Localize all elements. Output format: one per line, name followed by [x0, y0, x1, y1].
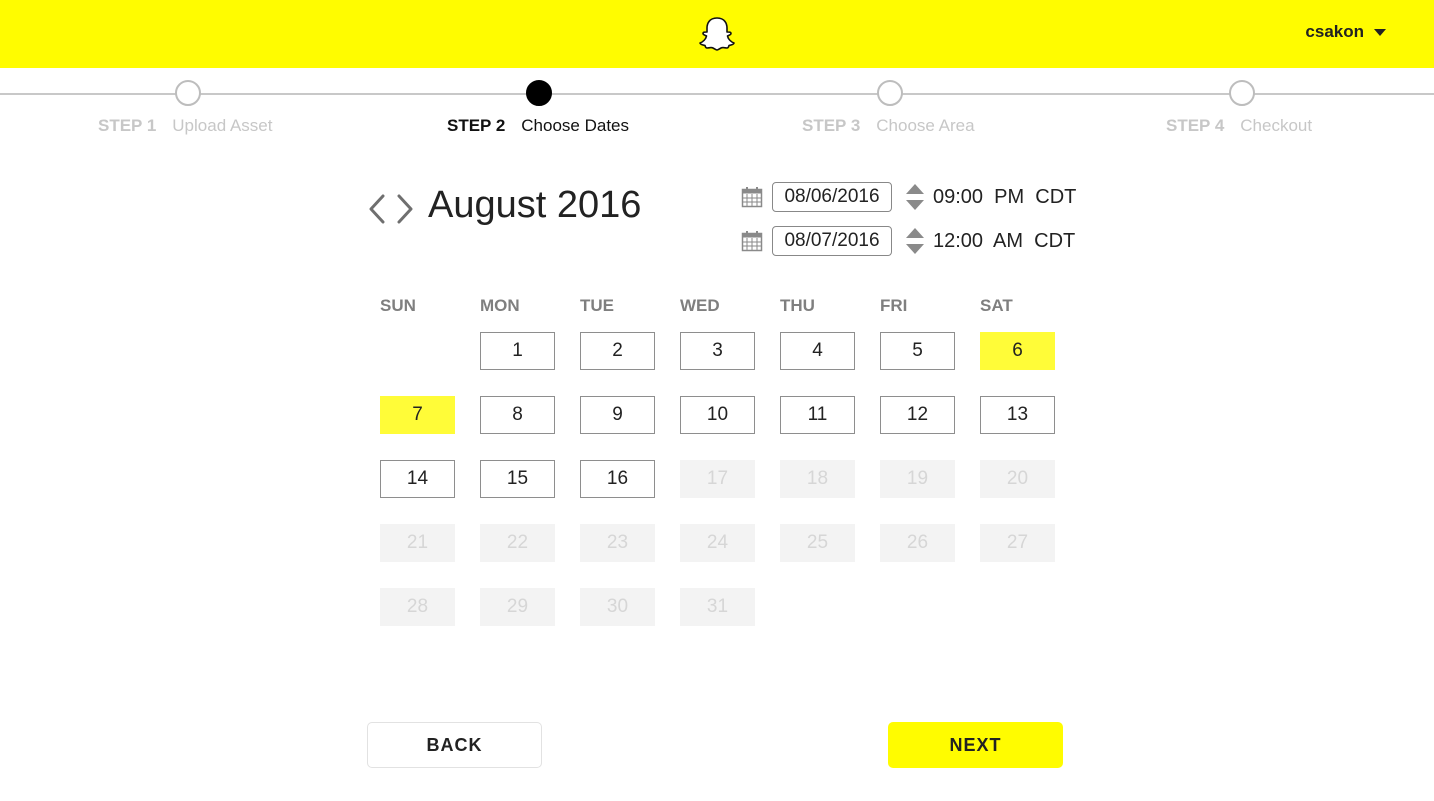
- calendar-day-disabled: 26: [880, 524, 955, 562]
- calendar-day[interactable]: 15: [480, 460, 555, 498]
- username-label: csakon: [1305, 22, 1364, 41]
- calendar-day-disabled: 22: [480, 524, 555, 562]
- calendar-day[interactable]: 10: [680, 396, 755, 434]
- calendar-day[interactable]: 5: [880, 332, 955, 370]
- calendar-day[interactable]: 1: [480, 332, 555, 370]
- weekday-header: TUE: [580, 296, 614, 315]
- calendar-day-disabled: 20: [980, 460, 1055, 498]
- calendar-day-disabled: 24: [680, 524, 755, 562]
- user-menu[interactable]: csakon: [1305, 22, 1386, 42]
- step-2-dot: [526, 80, 552, 106]
- calendar-icon[interactable]: [741, 230, 763, 252]
- next-button[interactable]: NEXT: [888, 722, 1063, 768]
- step-1-dot: [175, 80, 201, 106]
- step-2-title: Choose Dates: [521, 116, 630, 135]
- chevron-left-icon[interactable]: [366, 192, 388, 226]
- calendar-day-selected[interactable]: 7: [380, 396, 455, 434]
- calendar-day[interactable]: 9: [580, 396, 655, 434]
- calendar-day-disabled: 27: [980, 524, 1055, 562]
- calendar-day-disabled: 30: [580, 588, 655, 626]
- calendar-day-disabled: 21: [380, 524, 455, 562]
- calendar-day[interactable]: 12: [880, 396, 955, 434]
- arrow-up-icon[interactable]: [906, 228, 924, 238]
- calendar-day-disabled: 31: [680, 588, 755, 626]
- step-2-number: STEP 2: [447, 116, 506, 135]
- arrow-down-icon[interactable]: [906, 244, 924, 254]
- step-1-label: STEP 1 Upload Asset: [98, 116, 272, 136]
- caret-down-icon: [1374, 29, 1386, 36]
- month-title: August 2016: [428, 184, 642, 226]
- start-datetime-row: 09:00 PM CDT: [741, 182, 1076, 212]
- weekday-header: FRI: [880, 296, 908, 315]
- end-date-field[interactable]: [772, 226, 892, 256]
- back-button[interactable]: BACK: [367, 722, 542, 768]
- calendar-day-disabled: 23: [580, 524, 655, 562]
- weekday-header: MON: [480, 296, 520, 315]
- calendar-day[interactable]: 14: [380, 460, 455, 498]
- calendar-day[interactable]: 16: [580, 460, 655, 498]
- step-2-label: STEP 2 Choose Dates: [447, 116, 629, 136]
- calendar-day[interactable]: 3: [680, 332, 755, 370]
- calendar-day[interactable]: 13: [980, 396, 1055, 434]
- calendar-day-disabled: 25: [780, 524, 855, 562]
- calendar-day-disabled: 19: [880, 460, 955, 498]
- arrow-up-icon[interactable]: [906, 184, 924, 194]
- calendar-day-disabled: 18: [780, 460, 855, 498]
- weekday-header: SUN: [380, 296, 416, 315]
- calendar-icon[interactable]: [741, 186, 763, 208]
- step-4-label: STEP 4 Checkout: [1166, 116, 1312, 136]
- step-3-label: STEP 3 Choose Area: [802, 116, 975, 136]
- weekday-header: THU: [780, 296, 815, 315]
- step-4-title: Checkout: [1240, 116, 1313, 135]
- top-bar: csakon: [0, 0, 1434, 68]
- calendar-day[interactable]: 8: [480, 396, 555, 434]
- snapchat-ghost-icon[interactable]: [698, 16, 736, 52]
- calendar-day-disabled: 29: [480, 588, 555, 626]
- weekday-header: WED: [680, 296, 720, 315]
- stepper-line: [0, 93, 1434, 95]
- calendar-day-selected[interactable]: 6: [980, 332, 1055, 370]
- calendar-day-disabled: 28: [380, 588, 455, 626]
- end-datetime-row: 12:00 AM CDT: [741, 226, 1075, 256]
- chevron-right-icon[interactable]: [394, 192, 416, 226]
- calendar-day[interactable]: 2: [580, 332, 655, 370]
- step-1-number: STEP 1: [98, 116, 157, 135]
- start-date-field[interactable]: [772, 182, 892, 212]
- weekday-header: SAT: [980, 296, 1013, 315]
- step-3-dot: [877, 80, 903, 106]
- calendar-day[interactable]: 4: [780, 332, 855, 370]
- calendar-day-disabled: 17: [680, 460, 755, 498]
- step-4-number: STEP 4: [1166, 116, 1225, 135]
- step-1-title: Upload Asset: [172, 116, 273, 135]
- end-time[interactable]: 12:00 AM CDT: [933, 230, 1075, 253]
- calendar-day[interactable]: 11: [780, 396, 855, 434]
- step-3-number: STEP 3: [802, 116, 861, 135]
- start-time-spinner[interactable]: [906, 184, 924, 210]
- start-time[interactable]: 09:00 PM CDT: [933, 186, 1076, 209]
- step-3-title: Choose Area: [876, 116, 975, 135]
- arrow-down-icon[interactable]: [906, 200, 924, 210]
- end-time-spinner[interactable]: [906, 228, 924, 254]
- step-4-dot: [1229, 80, 1255, 106]
